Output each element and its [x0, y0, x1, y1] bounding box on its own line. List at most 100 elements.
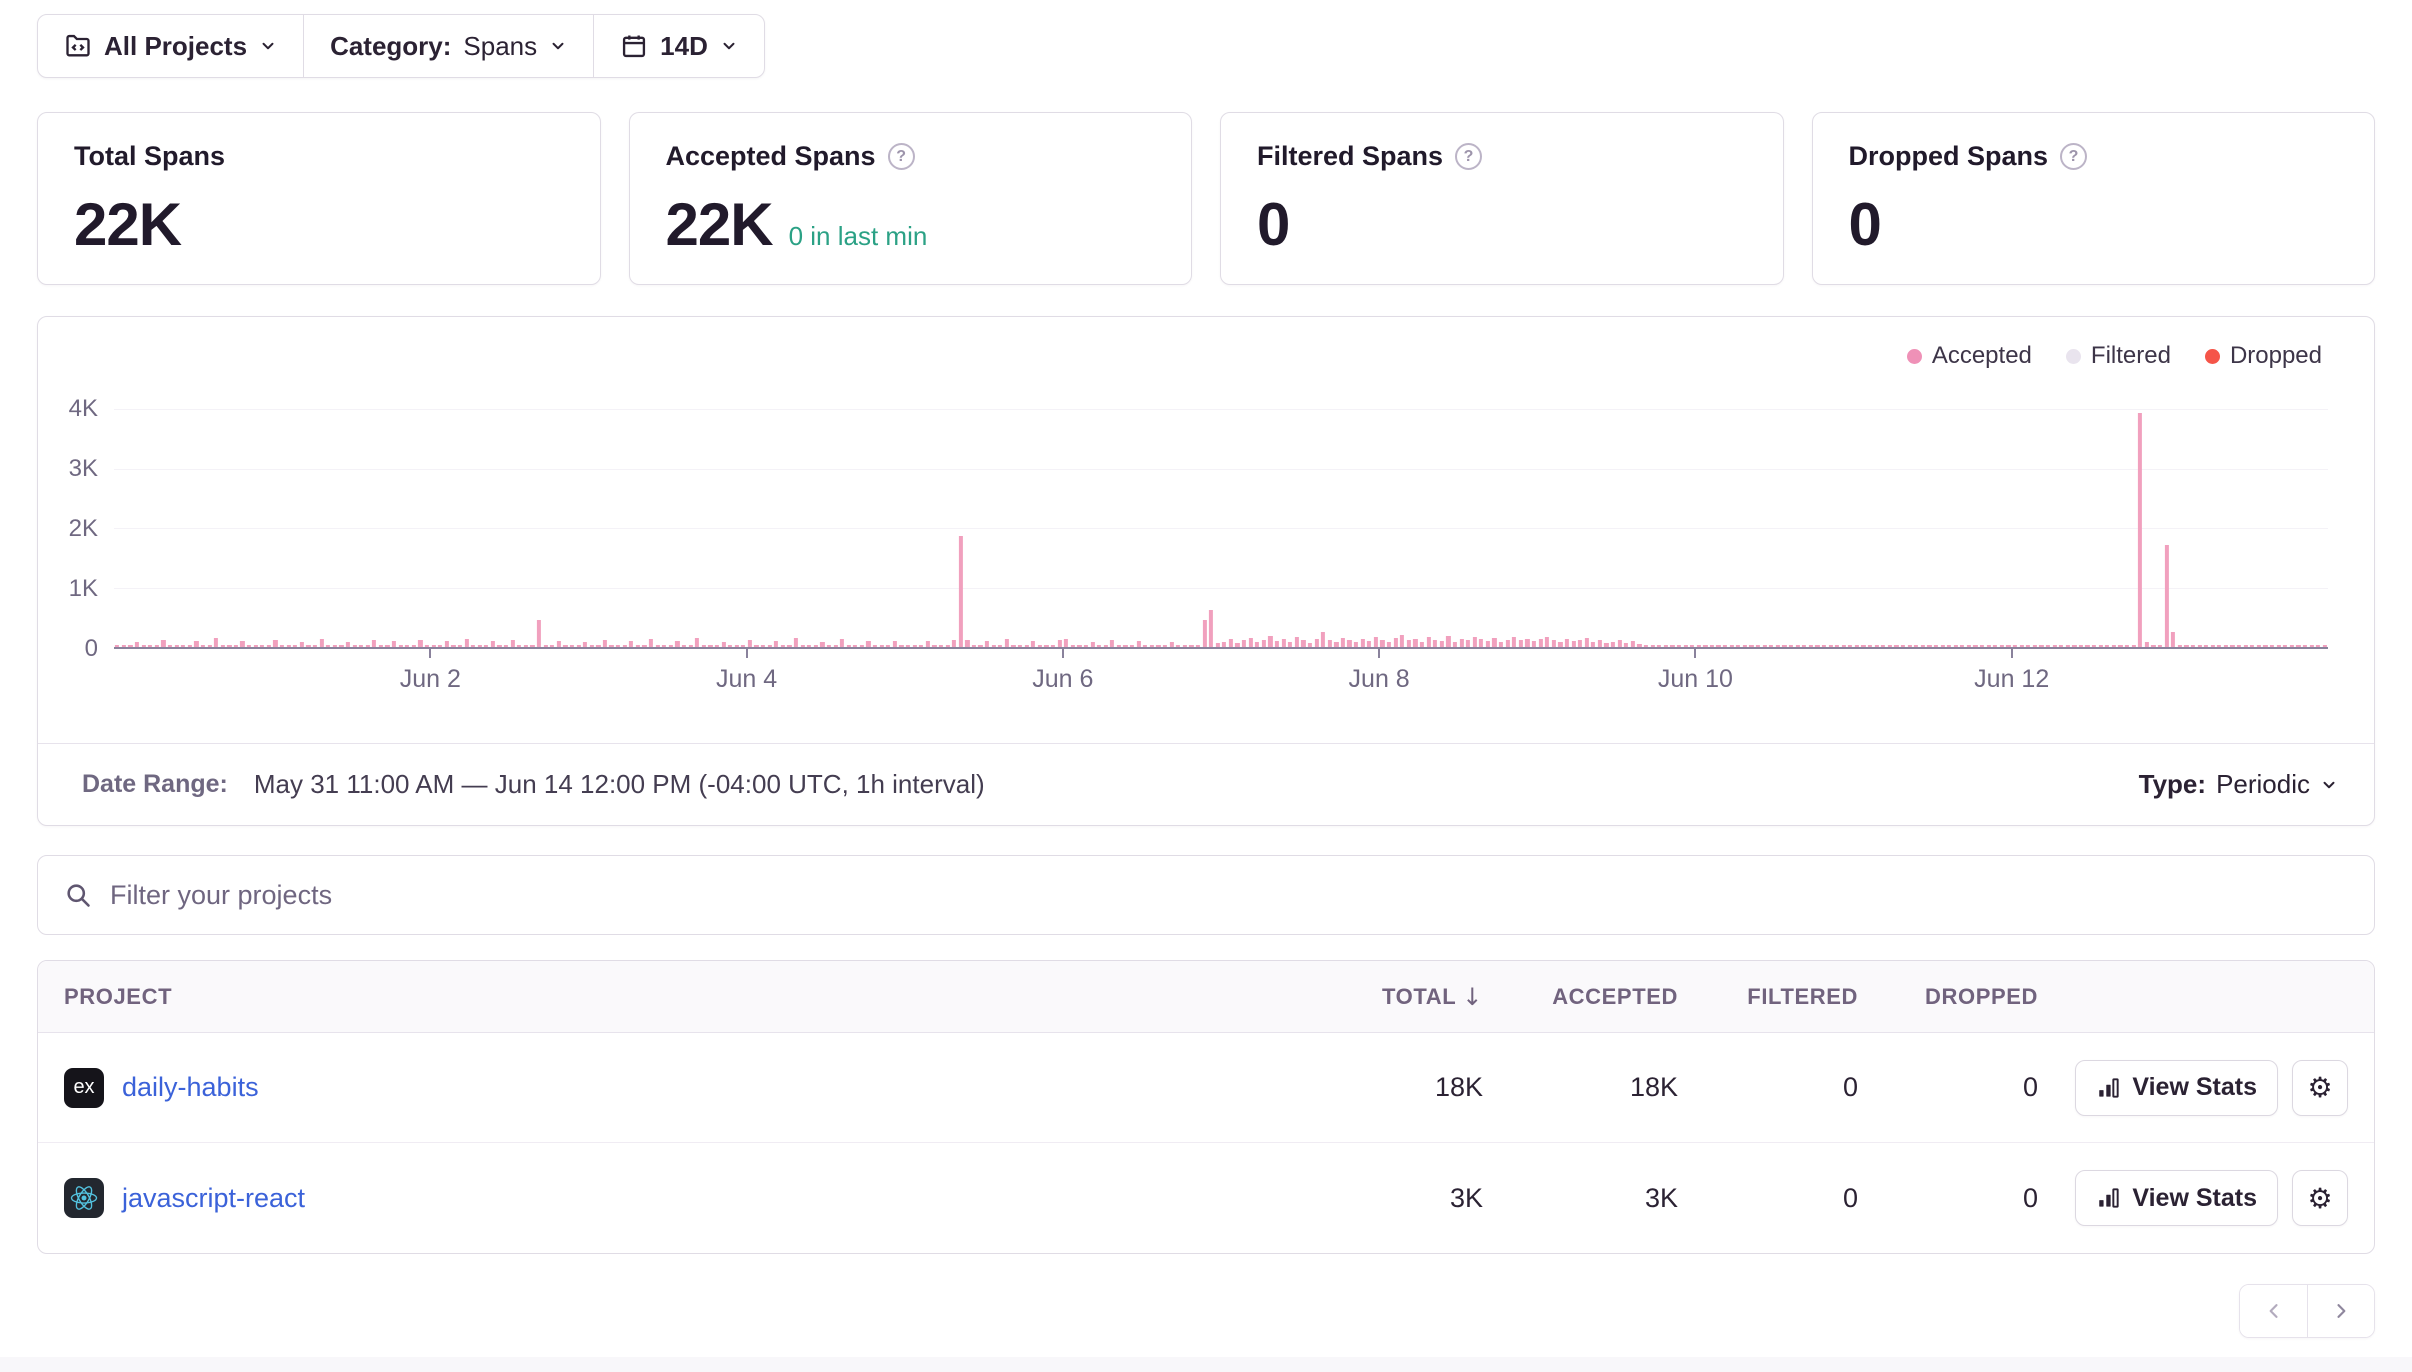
previous-page-button[interactable]: [2240, 1285, 2307, 1337]
chart-bar: [1209, 610, 1213, 647]
legend-label: Accepted: [1932, 342, 2032, 370]
chart-bar: [1426, 637, 1430, 647]
chart-bar: [2006, 645, 2010, 648]
chart-bar: [695, 638, 699, 647]
chart-bar: [912, 645, 916, 648]
chart-bar: [1993, 645, 1997, 648]
date-range-filter-button[interactable]: 14D: [594, 15, 764, 77]
chart-bar: [866, 641, 870, 647]
chart-bar: [1756, 645, 1760, 648]
chart-footer: Date Range: May 31 11:00 AM — Jun 14 12:…: [38, 743, 2374, 825]
category-filter-value: Spans: [463, 31, 537, 62]
chart-x-axis: Jun 2Jun 4Jun 6Jun 8Jun 10Jun 12: [114, 649, 2328, 697]
help-icon[interactable]: ?: [2060, 143, 2087, 170]
chart-bar: [1723, 645, 1727, 648]
legend-item-accepted[interactable]: Accepted: [1907, 343, 2032, 369]
view-stats-button[interactable]: View Stats: [2075, 1060, 2278, 1116]
chart-bar: [1855, 645, 1859, 648]
chart-bar: [965, 640, 969, 647]
help-icon[interactable]: ?: [888, 143, 915, 170]
chart-bar: [1598, 640, 1602, 647]
column-header-accepted[interactable]: ACCEPTED: [1483, 984, 1678, 1010]
chart-bar: [787, 645, 791, 648]
project-link[interactable]: javascript-react: [122, 1183, 305, 1214]
project-link[interactable]: daily-habits: [122, 1072, 259, 1103]
project-settings-button[interactable]: ⚙: [2292, 1170, 2348, 1226]
chart-bar: [550, 645, 554, 648]
stat-cards-row: Total Spans 22K Accepted Spans ? 22K 0 i…: [37, 112, 2375, 285]
chart-bar: [1347, 640, 1351, 647]
column-header-total[interactable]: TOTAL ↓: [1293, 983, 1483, 1011]
chart-bar: [992, 645, 996, 648]
chart-bar: [1506, 640, 1510, 647]
date-range-value: May 31 11:00 AM — Jun 14 12:00 PM (-04:0…: [254, 769, 985, 800]
chart-bar: [319, 639, 323, 647]
chart-bar: [2191, 645, 2195, 648]
chart-bar: [1868, 645, 1872, 648]
chart-bar: [1308, 643, 1312, 647]
chart-type-dropdown[interactable]: Type: Periodic: [2139, 769, 2338, 800]
chevron-right-icon: [2331, 1301, 2351, 1321]
chart-bar: [1927, 645, 1931, 648]
view-stats-button[interactable]: View Stats: [2075, 1170, 2278, 1226]
legend-item-filtered[interactable]: Filtered: [2066, 343, 2171, 369]
chart-bar: [484, 645, 488, 648]
next-page-button[interactable]: [2307, 1285, 2374, 1337]
legend-item-dropped[interactable]: Dropped: [2205, 343, 2322, 369]
chart-bar: [438, 645, 442, 648]
chart-bar: [142, 645, 146, 648]
project-filter-input[interactable]: [110, 880, 2348, 911]
column-header-project[interactable]: PROJECT: [64, 984, 1293, 1010]
legend-dot-icon: [2205, 349, 2220, 364]
chart-bar: [1815, 645, 1819, 648]
chart-bar: [2323, 645, 2327, 648]
chart-bar: [1973, 645, 1977, 648]
y-axis-tick-label: 3K: [69, 455, 98, 483]
chart-bar: [1914, 645, 1918, 648]
chart-bar: [972, 645, 976, 648]
chart-bar: [959, 536, 963, 647]
chart-bar: [2085, 645, 2089, 648]
help-icon[interactable]: ?: [1455, 143, 1482, 170]
y-axis-tick-label: 1K: [69, 575, 98, 603]
chart-bar: [168, 645, 172, 648]
chart-bar: [1433, 640, 1437, 647]
chart-bar: [418, 640, 422, 647]
date-range-filter-value: 14D: [660, 31, 708, 62]
column-header-filtered[interactable]: FILTERED: [1678, 984, 1858, 1010]
stat-card-accepted-spans: Accepted Spans ? 22K 0 in last min: [629, 112, 1193, 285]
chart-bar: [128, 645, 132, 648]
chart-bar: [603, 640, 607, 647]
chart-bar: [2046, 645, 2050, 648]
chart-bar: [1387, 642, 1391, 647]
chart-bar: [2099, 645, 2103, 648]
chart-bar: [1835, 645, 1839, 648]
chart-bar: [537, 620, 541, 647]
chart-type-value: Periodic: [2216, 769, 2310, 800]
chart-bar: [478, 645, 482, 648]
chart-bar: [392, 641, 396, 647]
chart-bar: [2118, 645, 2122, 648]
chart-bar: [1743, 645, 1747, 648]
chart-bar: [1499, 642, 1503, 647]
project-search-panel: [37, 855, 2375, 935]
chart-bar: [1644, 645, 1648, 648]
chart-y-axis: 4K3K2K1K0: [38, 409, 114, 649]
column-header-dropped[interactable]: DROPPED: [1858, 984, 2038, 1010]
page-filter-bar: All Projects Category: Spans 14D: [37, 14, 765, 78]
project-filter-button[interactable]: All Projects: [38, 15, 303, 77]
chart-bar: [174, 645, 178, 648]
chart-bar: [1196, 645, 1200, 648]
chart-bar: [741, 645, 745, 648]
react-platform-icon: [64, 1178, 104, 1218]
chart-bar: [359, 645, 363, 648]
card-value: 0: [1257, 190, 1289, 259]
category-filter-button[interactable]: Category: Spans: [304, 15, 593, 77]
chevron-down-icon: [259, 37, 277, 55]
spans-chart-panel: Accepted Filtered Dropped 4K3K2K1K0 Jun 2J…: [37, 316, 2375, 826]
project-settings-button[interactable]: ⚙: [2292, 1060, 2348, 1116]
chart-bar: [2296, 645, 2300, 648]
chart-bar: [207, 645, 211, 648]
chart-bar: [820, 642, 824, 647]
chart-bar: [1769, 645, 1773, 648]
